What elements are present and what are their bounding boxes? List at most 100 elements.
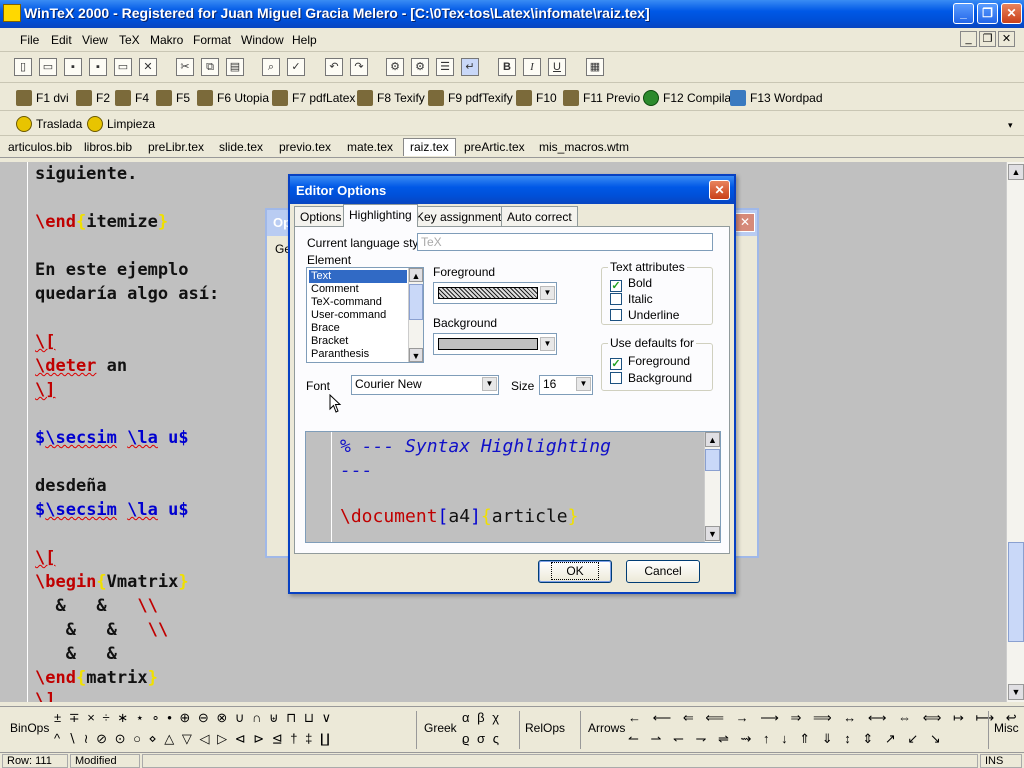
new-file-icon[interactable]: ▯ (14, 58, 32, 76)
menu-format[interactable]: Format (193, 33, 231, 47)
underline-button[interactable]: U (548, 58, 566, 76)
tab-mate-tex[interactable]: mate.tex (341, 139, 399, 157)
element-item-bracket[interactable]: Bracket (309, 335, 348, 348)
close-button[interactable]: ✕ (1001, 3, 1022, 24)
maximize-button[interactable]: ❐ (977, 3, 998, 24)
cancel-button[interactable]: Cancel (626, 560, 700, 583)
arrows-symbols-row[interactable]: ← ⟵ ⇐ ⟸ → ⟶ ⇒ ⟹ ↔ ⟷ ⇔ ⟺ ↦ ⟼ ↩ (628, 710, 1021, 726)
menu-file[interactable]: File (20, 33, 39, 47)
f2-button[interactable]: F2 (76, 90, 110, 106)
open-folder-icon[interactable]: ▭ (39, 58, 57, 76)
element-list-scrollbar[interactable]: ▲ ▼ (408, 268, 423, 362)
menu-tex[interactable]: TeX (119, 33, 140, 47)
child-close-button[interactable]: ✕ (998, 31, 1015, 47)
redo-icon[interactable]: ↷ (350, 58, 368, 76)
misc-button[interactable]: Misc (994, 721, 1019, 735)
menu-view[interactable]: View (82, 33, 108, 47)
f12-compila-button[interactable]: F12 Compila (643, 90, 731, 106)
preview-scroll-down-icon[interactable]: ▼ (705, 526, 720, 541)
background-dialog-close-icon[interactable]: ✕ (735, 213, 755, 232)
default-foreground-checkbox[interactable]: ✓ Foreground (610, 354, 690, 370)
scroll-up-icon[interactable]: ▲ (1008, 164, 1024, 180)
tab-key-assignments[interactable]: Key assignments (410, 206, 514, 226)
tab-options[interactable]: Options (294, 206, 348, 226)
menu-makro[interactable]: Makro (150, 33, 183, 47)
wordwrap-icon[interactable]: ↵ (461, 58, 479, 76)
app-icon[interactable] (3, 4, 21, 22)
f10-button[interactable]: F10 (516, 90, 557, 106)
element-item-comment[interactable]: Comment (309, 283, 359, 296)
copy-icon[interactable]: ⧉ (201, 58, 219, 76)
binops-symbols-row[interactable]: ^ ∖ ≀ ⊘ ⊙ ○ ⋄ △ ▽ ◁ ▷ ⊲ ⊳ ⊴ † ‡ ∐ (54, 731, 332, 747)
scroll-thumb[interactable] (1008, 542, 1024, 642)
scroll-down-icon[interactable]: ▼ (1008, 684, 1024, 700)
f13-wordpad-button[interactable]: F13 Wordpad (730, 90, 823, 106)
folder-icon[interactable]: ▭ (114, 58, 132, 76)
preview-scroll-up-icon[interactable]: ▲ (705, 432, 720, 447)
save-icon[interactable]: ▪ (64, 58, 82, 76)
tab-previo-tex[interactable]: previo.tex (273, 139, 337, 157)
element-listbox[interactable]: Text Comment TeX-command User-command Br… (306, 267, 424, 363)
child-minimize-button[interactable]: _ (960, 31, 977, 47)
italic-button[interactable]: I (523, 58, 541, 76)
editor-scrollbar[interactable]: ▲ ▼ (1006, 162, 1024, 702)
child-restore-button[interactable]: ❐ (979, 31, 996, 47)
f8-texify-button[interactable]: F8 Texify (357, 90, 425, 106)
tab-mis-macros-wtm[interactable]: mis_macros.wtm (533, 139, 635, 157)
traslada-button[interactable]: Traslada (16, 116, 82, 132)
tab-raiz-tex[interactable]: raiz.tex (403, 138, 456, 156)
element-item-user-command[interactable]: User-command (309, 309, 386, 322)
element-item-text[interactable]: Text (309, 270, 407, 283)
tab-slide-tex[interactable]: slide.tex (213, 139, 269, 157)
preview-scrollbar[interactable]: ▲ ▼ (704, 432, 720, 542)
background-color-picker[interactable]: ▼ (433, 333, 557, 355)
bold-button[interactable]: B (498, 58, 516, 76)
greek-symbols-row[interactable]: ϱ σ ς (462, 731, 501, 746)
cut-icon[interactable]: ✂ (176, 58, 194, 76)
tab-prelibr-tex[interactable]: preLibr.tex (142, 139, 210, 157)
list-scroll-down-icon[interactable]: ▼ (409, 348, 423, 362)
arrows-symbols-row[interactable]: ↼ ⇀ ↽ ⇁ ⇌ ⇝ ↑ ↓ ⇑ ⇓ ↕ ⇕ ↗ ↙ ↘ (628, 731, 945, 747)
tab-libros-bib[interactable]: libros.bib (78, 139, 138, 157)
default-background-checkbox[interactable]: Background (610, 371, 692, 385)
foreground-color-picker[interactable]: ▼ (433, 282, 557, 304)
calendar-icon[interactable]: ▦ (586, 58, 604, 76)
structure-icon[interactable]: ☰ (436, 58, 454, 76)
greek-symbols-row[interactable]: α β χ (462, 710, 501, 725)
f4-button[interactable]: F4 (115, 90, 149, 106)
preview-scroll-thumb[interactable] (705, 449, 720, 471)
list-scroll-thumb[interactable] (409, 284, 423, 320)
chevron-down-icon[interactable]: ▼ (482, 377, 497, 391)
spellcheck-icon[interactable]: ✓ (287, 58, 305, 76)
f7-pdflatex-button[interactable]: F7 pdfLatex (272, 90, 355, 106)
save-all-icon[interactable]: ▪ (89, 58, 107, 76)
element-item-paranthesis[interactable]: Paranthesis (309, 348, 369, 361)
tab-preartic-tex[interactable]: preArtic.tex (458, 139, 531, 157)
close-file-icon[interactable]: ✕ (139, 58, 157, 76)
menu-edit[interactable]: Edit (51, 33, 72, 47)
italic-checkbox[interactable]: Italic (610, 292, 653, 306)
chevron-down-icon[interactable]: ▼ (576, 377, 591, 391)
underline-checkbox[interactable]: Underline (610, 308, 679, 322)
ok-button[interactable]: OK (538, 560, 612, 583)
arrows-button[interactable]: Arrows (588, 721, 625, 735)
f5-button[interactable]: F5 (156, 90, 190, 106)
f9-pdftexify-button[interactable]: F9 pdfTexify (428, 90, 513, 106)
menu-help[interactable]: Help (292, 33, 317, 47)
greek-button[interactable]: Greek (424, 721, 457, 735)
size-select[interactable]: 16 ▼ (539, 375, 593, 395)
menu-window[interactable]: Window (241, 33, 284, 47)
options-icon[interactable]: ⚙ (386, 58, 404, 76)
font-select[interactable]: Courier New ▼ (351, 375, 499, 395)
binops-symbols-row[interactable]: ± ∓ × ÷ ∗ ⋆ ∘ • ⊕ ⊖ ⊗ ∪ ∩ ⊎ ⊓ ⊔ ∨ (54, 710, 333, 726)
relops-button[interactable]: RelOps (525, 721, 565, 735)
dialog-close-icon[interactable]: ✕ (709, 180, 730, 200)
find-icon[interactable]: ⌕ (262, 58, 280, 76)
element-item-tex-command[interactable]: TeX-command (309, 296, 382, 309)
f11-previo-button[interactable]: F11 Previo (563, 90, 640, 106)
chevron-down-icon[interactable]: ▼ (540, 286, 555, 300)
chevron-down-icon[interactable]: ▼ (540, 337, 555, 351)
tab-auto-correct[interactable]: Auto correct (501, 206, 578, 226)
settings-icon[interactable]: ⚙ (411, 58, 429, 76)
element-item-brace[interactable]: Brace (309, 322, 340, 335)
